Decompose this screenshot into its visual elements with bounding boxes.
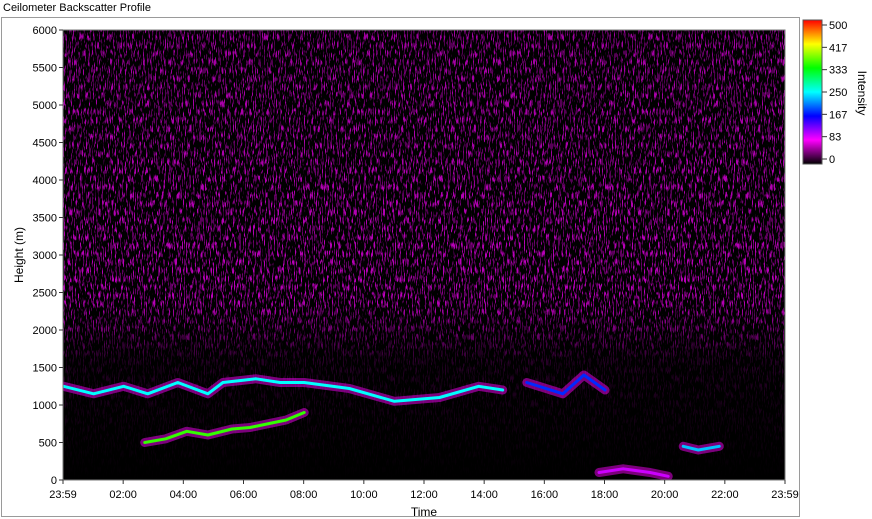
y-tick-label: 5000 [33, 100, 57, 112]
backscatter-noise [63, 30, 785, 480]
colorbar-tick-label: 83 [829, 132, 841, 144]
y-tick-label: 1500 [33, 363, 57, 375]
colorbar [802, 19, 823, 165]
x-tick-label: 12:00 [410, 489, 438, 501]
y-tick-label: 2000 [33, 325, 57, 337]
y-tick-label: 4000 [33, 175, 57, 187]
chart-svg: 0500100015002000250030003500400045005000… [12, 19, 869, 519]
x-tick-label: 10:00 [350, 489, 378, 501]
x-tick-label: 16:00 [531, 489, 559, 501]
colorbar-tick-label: 0 [829, 154, 835, 166]
y-tick-label: 3500 [33, 213, 57, 225]
x-axis-label: Time [411, 505, 438, 519]
colorbar-tick-label: 417 [829, 42, 847, 54]
colorbar-label: Intensity [855, 71, 869, 116]
y-tick-label: 2500 [33, 288, 57, 300]
y-tick-label: 5500 [33, 63, 57, 75]
x-tick-label: 23:59 [771, 489, 799, 501]
x-tick-label: 08:00 [290, 489, 318, 501]
x-tick-label: 22:00 [711, 489, 739, 501]
x-tick-label: 14:00 [470, 489, 498, 501]
y-axis-label: Height (m) [12, 227, 26, 283]
x-tick-label: 02:00 [109, 489, 137, 501]
x-tick-label: 04:00 [170, 489, 198, 501]
x-tick-label: 18:00 [591, 489, 619, 501]
y-tick-label: 3000 [33, 250, 57, 262]
y-tick-label: 1000 [33, 400, 57, 412]
y-tick-label: 500 [39, 438, 57, 450]
y-tick-label: 0 [51, 475, 57, 487]
x-tick-label: 06:00 [230, 489, 258, 501]
colorbar-tick-label: 500 [829, 20, 847, 32]
colorbar-tick-label: 167 [829, 109, 847, 121]
colorbar-tick-label: 250 [829, 87, 847, 99]
x-tick-label: 20:00 [651, 489, 679, 501]
colorbar-tick-label: 333 [829, 65, 847, 77]
y-tick-label: 6000 [33, 25, 57, 37]
x-tick-label: 23:59 [49, 489, 77, 501]
y-tick-label: 4500 [33, 138, 57, 150]
